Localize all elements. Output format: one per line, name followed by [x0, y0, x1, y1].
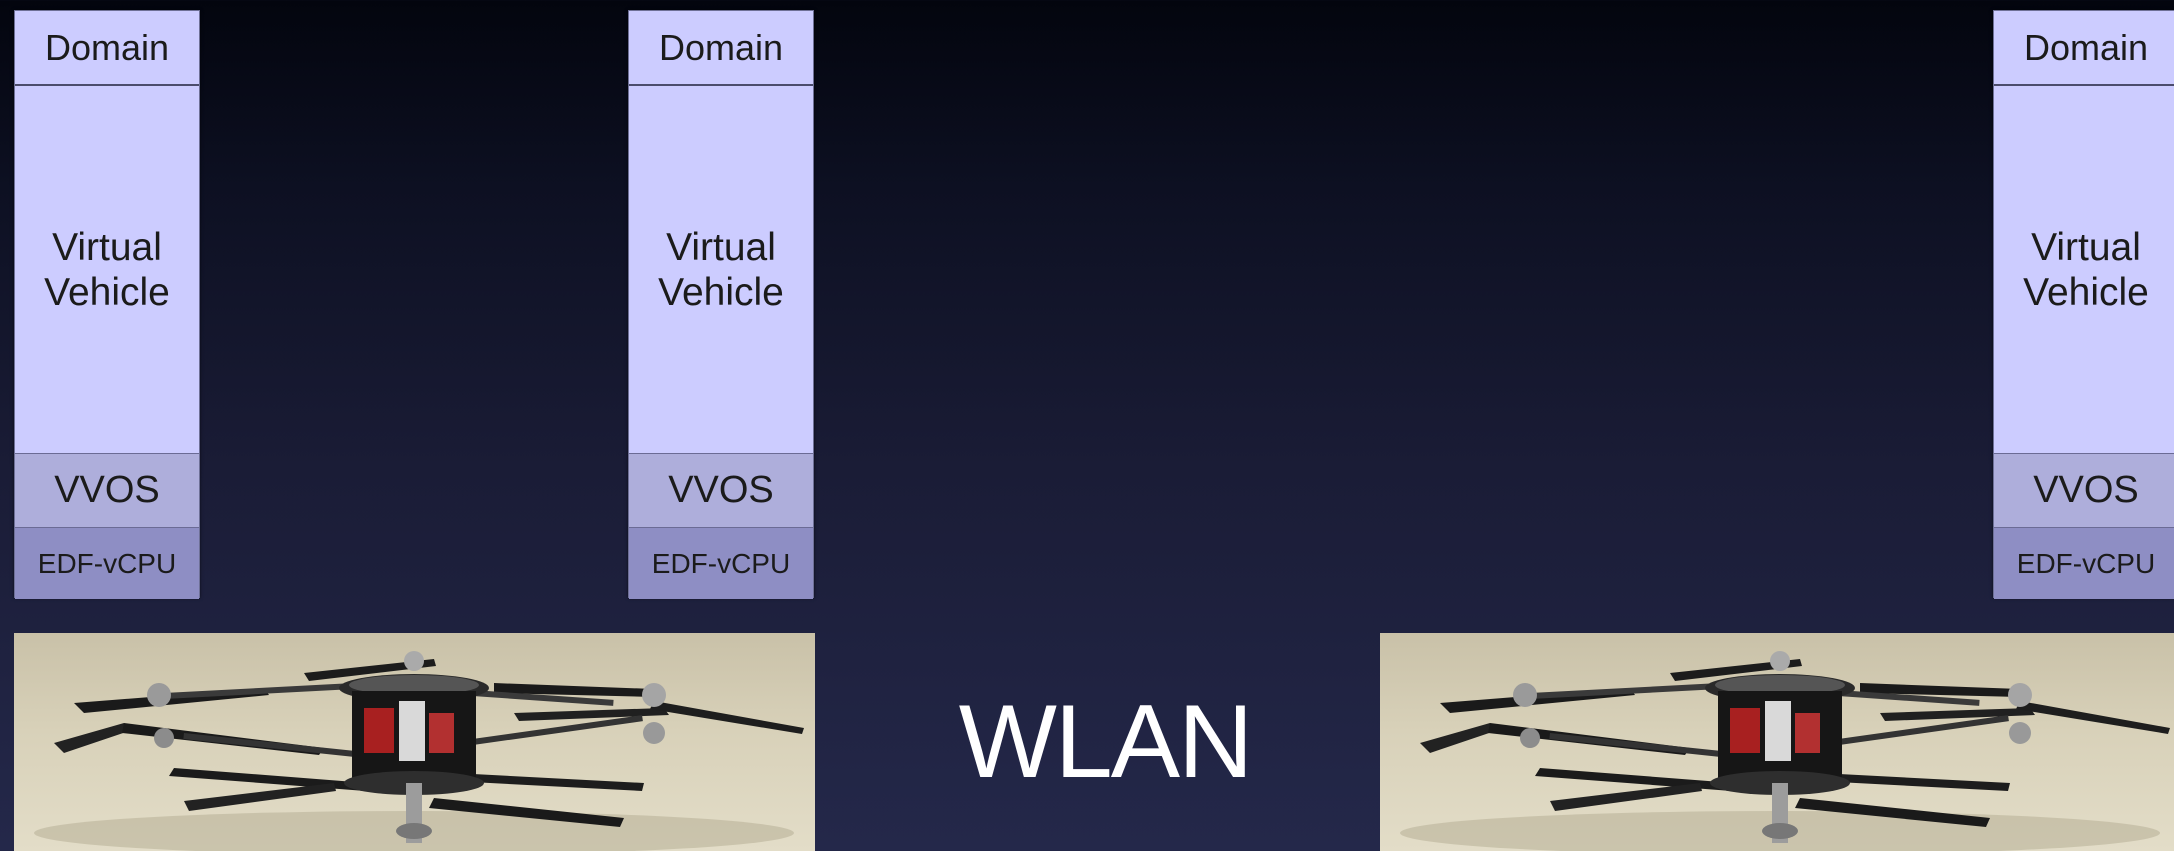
vvos-layer: VVOS — [15, 453, 199, 527]
vvos-label: VVOS — [54, 469, 160, 511]
virtual-vehicle-label-line1: Virtual — [52, 225, 162, 269]
software-stack-2: Domain Virtual Vehicle VVOS EDF-vCPU — [628, 10, 814, 599]
domain-layer: Domain — [629, 11, 813, 86]
edf-vcpu-layer: EDF-vCPU — [1994, 527, 2174, 599]
edf-vcpu-label: EDF-vCPU — [651, 547, 791, 579]
quadrotor-helicopter-image-1 — [14, 633, 815, 851]
wlan-label: WLAN — [958, 684, 1253, 800]
quadrotor-helicopter-image-2 — [1380, 633, 2174, 851]
quadrotor-icon — [1400, 651, 2170, 851]
domain-layer: Domain — [1994, 11, 2174, 86]
virtual-vehicle-label-line1: Virtual — [666, 225, 776, 269]
domain-label: Domain — [44, 26, 170, 68]
edf-vcpu-layer: EDF-vCPU — [629, 527, 813, 599]
domain-label: Domain — [2023, 26, 2149, 68]
software-stack-3: Domain Virtual Vehicle VVOS EDF-vCPU — [1993, 10, 2174, 599]
edf-vcpu-label: EDF-vCPU — [2016, 547, 2156, 579]
vvos-label: VVOS — [2033, 469, 2139, 511]
vvos-layer: VVOS — [629, 453, 813, 527]
quadrotor-icon — [34, 651, 804, 851]
vvos-label: VVOS — [668, 469, 774, 511]
domain-layer: Domain — [15, 11, 199, 86]
virtual-vehicle-layer: Virtual Vehicle — [1994, 86, 2174, 453]
virtual-vehicle-label-line1: Virtual — [2031, 225, 2141, 269]
vvos-layer: VVOS — [1994, 453, 2174, 527]
virtual-vehicle-label-line2: Vehicle — [658, 270, 784, 314]
virtual-vehicle-layer: Virtual Vehicle — [15, 86, 199, 453]
virtual-vehicle-layer: Virtual Vehicle — [629, 86, 813, 453]
software-stack-1: Domain Virtual Vehicle VVOS EDF-vCPU — [14, 10, 200, 599]
virtual-vehicle-label-line2: Vehicle — [2023, 270, 2149, 314]
virtual-vehicle-label-line2: Vehicle — [44, 270, 170, 314]
edf-vcpu-label: EDF-vCPU — [37, 547, 177, 579]
domain-label: Domain — [658, 26, 784, 68]
edf-vcpu-layer: EDF-vCPU — [15, 527, 199, 599]
